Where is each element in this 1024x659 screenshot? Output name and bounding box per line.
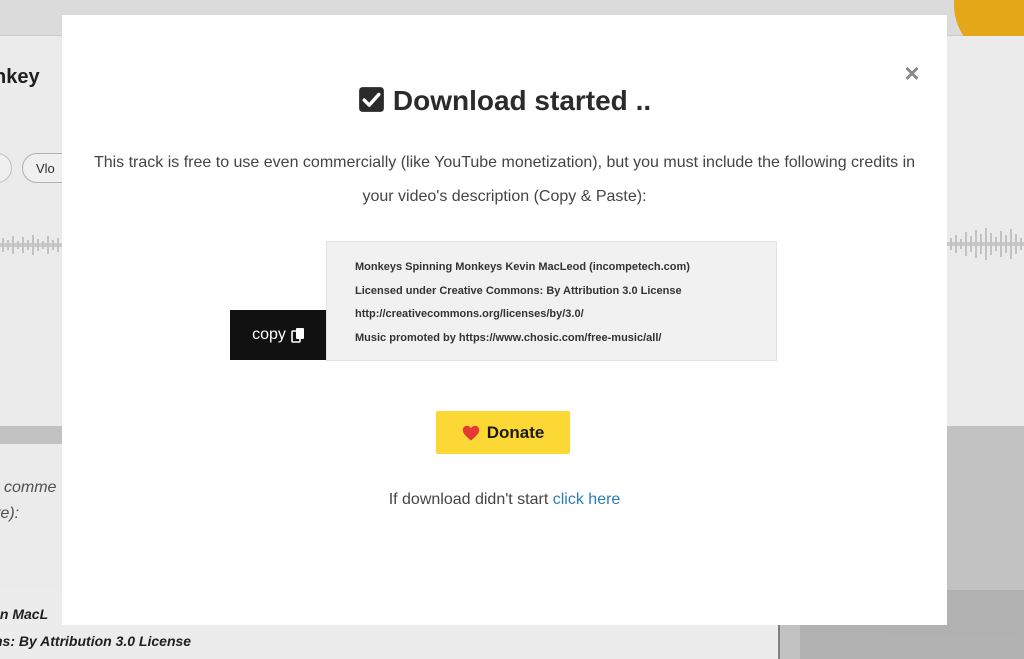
license-notice: This track is free to use even commercia… bbox=[93, 154, 916, 205]
credit-line: http://creativecommons.org/licenses/by/3… bbox=[355, 308, 584, 320]
fallback-message: If download didn't start click here bbox=[62, 491, 947, 509]
checkbox-checked-icon bbox=[359, 87, 384, 112]
fallback-text: If download didn't start bbox=[388, 491, 549, 508]
copy-button-label: copy bbox=[252, 326, 286, 343]
credit-line: Licensed under Creative Commons: By Attr… bbox=[355, 284, 682, 297]
close-icon[interactable]: × bbox=[900, 60, 924, 86]
credits-box[interactable]: Monkeys Spinning Monkeys Kevin MacLeod (… bbox=[326, 241, 777, 361]
download-dialog: × Download started .. This track is free… bbox=[62, 15, 947, 625]
donate-label: Donate bbox=[486, 422, 545, 442]
copy-button[interactable]: copy bbox=[230, 310, 327, 360]
heart-icon bbox=[462, 425, 479, 440]
click-here-link[interactable]: click here bbox=[553, 491, 621, 508]
copy-icon bbox=[291, 328, 304, 343]
credit-line: Music promoted by https://www.chosic.com… bbox=[355, 331, 662, 344]
dialog-title: Download started .. bbox=[62, 85, 947, 117]
dialog-title-text: Download started .. bbox=[392, 85, 652, 116]
credit-line: Monkeys Spinning Monkeys Kevin MacLeod (… bbox=[355, 261, 690, 273]
donate-button[interactable]: Donate bbox=[436, 411, 570, 454]
